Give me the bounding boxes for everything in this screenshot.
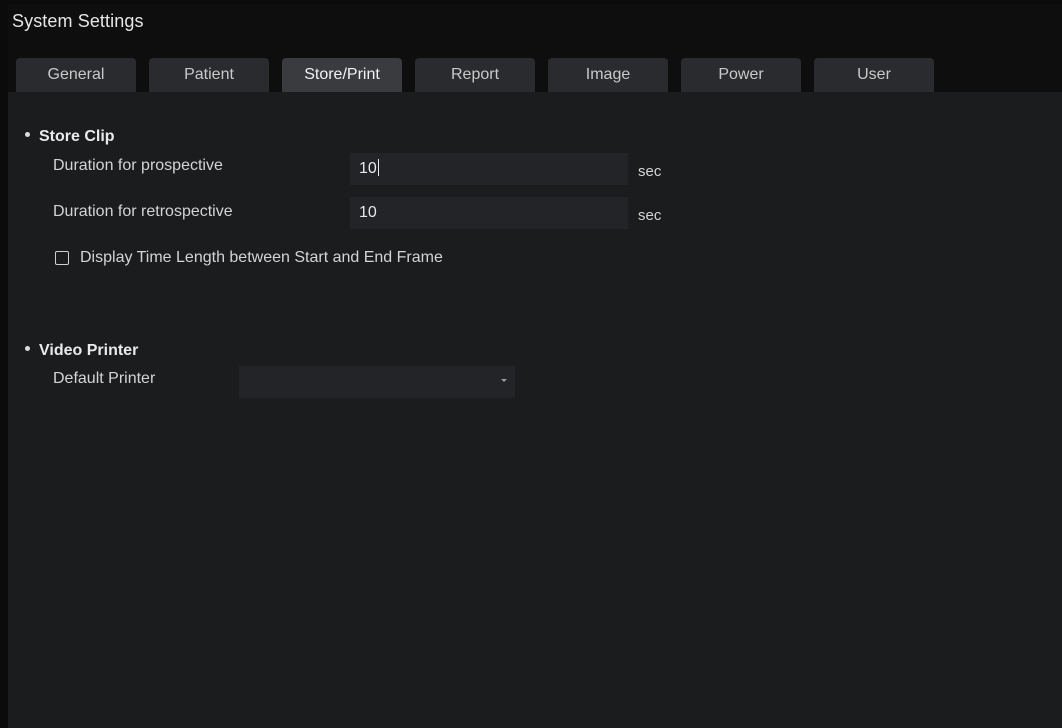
tab-image[interactable]: Image [548, 58, 668, 92]
display-time-length-checkbox[interactable] [55, 251, 69, 265]
prospective-duration-unit: sec [638, 163, 662, 180]
prospective-duration-input[interactable]: 10 [350, 153, 628, 185]
tab-patient[interactable]: Patient [149, 58, 269, 92]
tab-general[interactable]: General [16, 58, 136, 92]
default-printer-select[interactable] [239, 366, 515, 398]
store-clip-heading: Store Clip [25, 128, 115, 146]
video-printer-heading-text: Video Printer [39, 342, 139, 359]
tab-report[interactable]: Report [415, 58, 535, 92]
tab-bar: General Patient Store/Print Report Image… [8, 40, 1062, 92]
system-settings-window: System Settings General Patient Store/Pr… [8, 4, 1062, 728]
text-caret [377, 159, 379, 177]
display-time-length-label[interactable]: Display Time Length between Start and En… [80, 249, 443, 267]
default-printer-label: Default Printer [53, 370, 156, 387]
settings-panel: Store Clip Duration for prospective 10 s… [8, 92, 1062, 728]
store-clip-heading-text: Store Clip [39, 128, 115, 145]
chevron-down-icon [501, 379, 507, 382]
retrospective-duration-value: 10 [359, 204, 377, 221]
title-bar: System Settings [8, 4, 1062, 40]
retrospective-duration-unit: sec [638, 207, 662, 224]
retrospective-duration-input[interactable]: 10 [350, 197, 628, 229]
prospective-duration-value: 10 [359, 160, 377, 177]
bullet-icon [25, 346, 30, 352]
tab-store-print[interactable]: Store/Print [282, 58, 402, 92]
retrospective-duration-label: Duration for retrospective [53, 203, 233, 220]
tab-power[interactable]: Power [681, 58, 801, 92]
window-title: System Settings [12, 11, 144, 31]
tab-user[interactable]: User [814, 58, 934, 92]
video-printer-heading: Video Printer [25, 342, 138, 360]
prospective-duration-label: Duration for prospective [53, 157, 223, 174]
bullet-icon [25, 132, 30, 138]
